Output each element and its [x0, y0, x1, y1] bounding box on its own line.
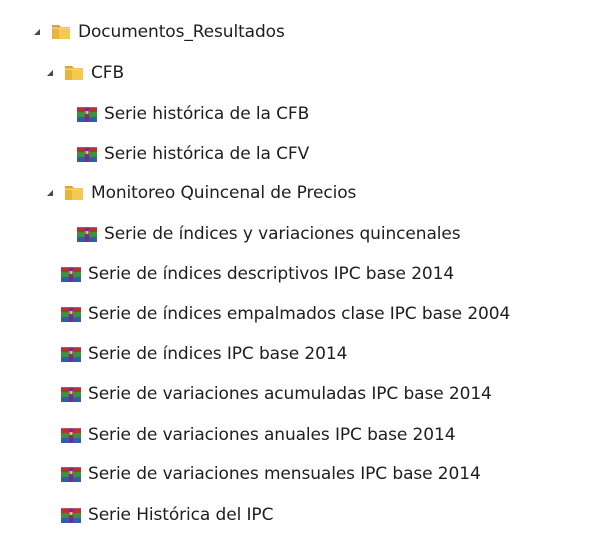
tree-node-cfb[interactable]: CFB — [43, 56, 124, 90]
tree-node-file[interactable]: Serie de índices IPC base 2014 — [60, 337, 347, 371]
tree-node-file[interactable]: Serie de variaciones mensuales IPC base … — [60, 457, 481, 491]
collapse-arrow-icon[interactable] — [43, 176, 57, 210]
rar-archive-icon — [60, 343, 82, 365]
rar-archive-icon — [60, 263, 82, 285]
tree-node-serie-historica-cfb[interactable]: Serie histórica de la CFB — [76, 97, 309, 131]
tree-node-label: Serie de variaciones anuales IPC base 20… — [88, 425, 456, 445]
folder-icon — [50, 21, 72, 43]
rar-archive-icon — [60, 383, 82, 405]
tree-node-label: Serie de variaciones mensuales IPC base … — [88, 464, 481, 484]
tree-node-file[interactable]: Serie de índices empalmados clase IPC ba… — [60, 297, 510, 331]
tree-node-label: CFB — [91, 63, 125, 83]
tree-node-label: Serie histórica de la CFB — [104, 104, 310, 124]
tree-node-label: Monitoreo Quincenal de Precios — [91, 183, 357, 203]
rar-archive-icon — [60, 463, 82, 485]
tree-view[interactable]: Documentos_Resultados CFB Serie históric… — [0, 0, 600, 534]
tree-node-label: Serie de variaciones acumuladas IPC base… — [88, 384, 492, 404]
tree-node-documentos-resultados[interactable]: Documentos_Resultados — [30, 15, 285, 49]
rar-archive-icon — [76, 103, 98, 125]
tree-node-serie-indices-variaciones-quincenales[interactable]: Serie de índices y variaciones quincenal… — [76, 217, 461, 251]
tree-node-label: Serie de índices descriptivos IPC base 2… — [88, 264, 455, 284]
rar-archive-icon — [76, 143, 98, 165]
collapse-arrow-icon[interactable] — [43, 56, 57, 90]
tree-node-label: Serie de índices IPC base 2014 — [88, 344, 348, 364]
rar-archive-icon — [60, 424, 82, 446]
tree-node-file[interactable]: Serie Histórica del IPC — [60, 498, 273, 532]
tree-node-label: Serie de índices empalmados clase IPC ba… — [88, 304, 511, 324]
tree-node-file[interactable]: Serie de índices descriptivos IPC base 2… — [60, 257, 454, 291]
tree-node-file[interactable]: Serie de variaciones anuales IPC base 20… — [60, 418, 456, 452]
tree-node-label: Serie Histórica del IPC — [88, 505, 274, 525]
rar-archive-icon — [60, 504, 82, 526]
tree-node-serie-historica-cfv[interactable]: Serie histórica de la CFV — [76, 137, 309, 171]
folder-icon — [63, 182, 85, 204]
tree-node-file[interactable]: Serie de variaciones acumuladas IPC base… — [60, 377, 492, 411]
rar-archive-icon — [76, 223, 98, 245]
folder-icon — [63, 62, 85, 84]
collapse-arrow-icon[interactable] — [30, 15, 44, 49]
tree-node-label: Serie de índices y variaciones quincenal… — [104, 224, 461, 244]
tree-node-monitoreo-quincenal[interactable]: Monitoreo Quincenal de Precios — [43, 176, 356, 210]
tree-node-label: Documentos_Resultados — [78, 22, 285, 42]
rar-archive-icon — [60, 303, 82, 325]
tree-node-label: Serie histórica de la CFV — [104, 144, 310, 164]
